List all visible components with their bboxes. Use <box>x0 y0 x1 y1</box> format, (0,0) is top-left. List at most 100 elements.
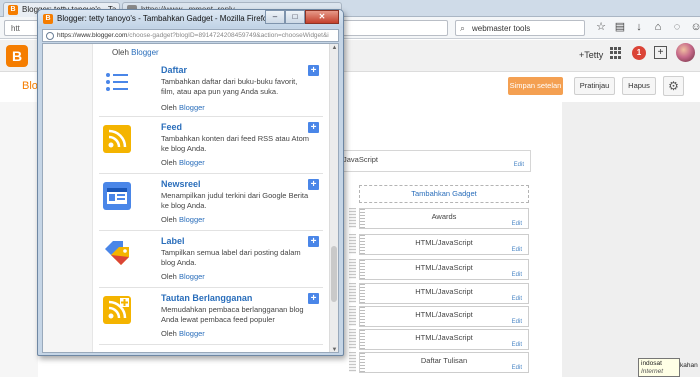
notifications-badge[interactable]: 1 <box>632 46 646 60</box>
drag-handle[interactable] <box>349 234 356 254</box>
delete-button[interactable]: Hapus <box>622 77 656 95</box>
edit-link[interactable]: Edit <box>512 319 522 325</box>
author-link[interactable]: Blogger <box>179 215 205 224</box>
drag-handle[interactable] <box>360 209 365 228</box>
blogger-logo-icon[interactable]: B <box>6 45 28 67</box>
widget-html-javascript[interactable]: HTML/JavaScript Edit <box>359 329 529 350</box>
edit-link[interactable]: Edit <box>512 342 522 348</box>
minimize-button[interactable]: – <box>265 10 285 24</box>
list-item: Tautan Berlangganan Memudahkan pembaca b… <box>99 288 323 345</box>
gear-icon[interactable]: ⚙ <box>663 76 684 96</box>
list-item: Newsreel Menampilkan judul terkini dari … <box>99 174 323 231</box>
bookmark-star-icon[interactable]: ☆ <box>594 20 608 34</box>
gadget-description: Tampilkan semua label dari posting dalam… <box>161 248 301 267</box>
add-gadget-plus-button[interactable]: + <box>308 122 319 133</box>
drag-handle[interactable] <box>360 330 365 349</box>
edit-link[interactable]: Edit <box>512 365 522 371</box>
gadget-name-link[interactable]: Newsreel <box>161 179 201 189</box>
gadget-description: Tambahkan konten dari feed RSS atau Atom… <box>161 134 310 153</box>
add-gadget-plus-button[interactable]: + <box>308 179 319 190</box>
add-gadget-button[interactable]: Tambahkan Gadget <box>359 185 529 203</box>
gadget-name-link[interactable]: Tautan Berlangganan <box>161 293 252 303</box>
add-gadget-plus-button[interactable]: + <box>308 65 319 76</box>
left-margin-area <box>0 102 38 377</box>
apps-grid-icon[interactable] <box>610 47 622 59</box>
popup-address-bar[interactable]: https://www.blogger.com/choose-gadget?bl… <box>42 29 339 42</box>
address-bar-text: htt <box>11 24 20 33</box>
author-link[interactable]: Blogger <box>179 158 205 167</box>
widget-title: HTML/JavaScript <box>415 333 473 342</box>
author-link[interactable]: Blogger <box>179 103 205 112</box>
tray-label[interactable]: kahan <box>680 362 700 374</box>
add-gadget-plus-button[interactable]: + <box>308 236 319 247</box>
gadget-name-link[interactable]: Label <box>161 236 185 246</box>
drag-handle[interactable] <box>349 259 356 279</box>
gadget-name-link[interactable]: Feed <box>161 122 182 132</box>
drag-handle[interactable] <box>349 208 356 228</box>
popup-title-bar[interactable]: B Blogger: tetty tanoyo's - Tambahkan Ga… <box>38 10 343 28</box>
search-bar[interactable]: ⌕ webmaster tools <box>455 20 585 36</box>
blog-title[interactable]: Blo <box>22 80 38 92</box>
html-javascript-gadget-top[interactable]: JavaScript Edit <box>336 150 531 172</box>
gadget-author: Oleh Blogger <box>161 215 205 224</box>
emoji-icon[interactable]: ☺ <box>689 20 700 34</box>
add-gadget-popup-window: B Blogger: tetty tanoyo's - Tambahkan Ga… <box>37 9 344 356</box>
gadget-description: Tambahkan daftar dari buku-buku favorit,… <box>161 77 298 96</box>
drag-handle[interactable] <box>360 284 365 303</box>
gadget-chooser: Oleh Blogger Daftar Tambahkan daftar dar… <box>42 43 339 353</box>
tooltip-line: Internet access <box>641 368 664 377</box>
gadget-description: Menampilkan judul terkini dari Google Be… <box>161 191 309 210</box>
maximize-button[interactable]: □ <box>285 10 305 24</box>
drag-handle[interactable] <box>360 307 365 326</box>
widget-title: Awards <box>431 212 457 221</box>
drag-handle[interactable] <box>349 306 356 326</box>
edit-link[interactable]: Edit <box>512 247 522 253</box>
gadget-author: Oleh Blogger <box>112 48 159 57</box>
vertical-scrollbar[interactable]: ▲ ▼ <box>329 44 338 352</box>
gadget-author: Oleh Blogger <box>161 329 205 338</box>
edit-link[interactable]: Edit <box>512 296 522 302</box>
share-plus-icon[interactable]: + <box>654 46 667 59</box>
save-settings-button[interactable]: Simpan setelan <box>508 77 563 95</box>
widget-html-javascript[interactable]: HTML/JavaScript Edit <box>359 259 529 280</box>
close-button[interactable]: ✕ <box>305 10 339 24</box>
preview-button[interactable]: Pratinjau <box>574 77 615 95</box>
gadget-name-link[interactable]: Daftar <box>161 65 187 75</box>
avatar[interactable] <box>676 43 695 62</box>
list-item: Label Tampilkan semua label dari posting… <box>99 231 323 288</box>
pocket-icon[interactable]: ◌ <box>670 20 684 34</box>
widget-title: Daftar Tulisan <box>420 356 468 365</box>
author-link[interactable]: Blogger <box>179 329 205 338</box>
user-name-link[interactable]: +Tetty <box>579 50 603 60</box>
network-tooltip: indosat Internet access <box>638 358 680 377</box>
edit-link[interactable]: Edit <box>514 162 524 168</box>
drag-handle[interactable] <box>349 329 356 349</box>
author-link[interactable]: Blogger <box>131 48 159 57</box>
scroll-down-arrow-icon[interactable]: ▼ <box>331 346 338 352</box>
search-icon: ⌕ <box>460 23 466 33</box>
edit-link[interactable]: Edit <box>512 221 522 227</box>
bookmarks-list-icon[interactable]: ▤ <box>613 20 627 34</box>
author-link[interactable]: Blogger <box>179 272 205 281</box>
widget-html-javascript[interactable]: HTML/JavaScript Edit <box>359 234 529 255</box>
drag-handle[interactable] <box>360 235 365 254</box>
scrollbar-thumb[interactable] <box>331 246 337 302</box>
blogger-favicon-icon: B <box>43 14 53 24</box>
gadget-category-sidebar <box>43 44 93 352</box>
widget-html-javascript[interactable]: HTML/JavaScript Edit <box>359 306 529 327</box>
drag-handle[interactable] <box>360 353 365 372</box>
add-gadget-plus-button[interactable]: + <box>308 293 319 304</box>
drag-handle[interactable] <box>360 260 365 279</box>
home-icon[interactable]: ⌂ <box>651 20 665 34</box>
widget-daftar-tulisan[interactable]: Daftar Tulisan Edit <box>359 352 529 373</box>
search-bar-text: webmaster tools <box>472 24 531 33</box>
scroll-up-arrow-icon[interactable]: ▲ <box>331 44 338 52</box>
widget-awards[interactable]: Awards Edit <box>359 208 529 229</box>
blogger-favicon-icon: B <box>8 5 18 15</box>
download-icon[interactable]: ↓ <box>632 20 646 34</box>
drag-handle[interactable] <box>349 283 356 303</box>
widget-html-javascript[interactable]: HTML/JavaScript Edit <box>359 283 529 304</box>
edit-link[interactable]: Edit <box>512 272 522 278</box>
drag-handle[interactable] <box>349 352 356 372</box>
widget-title: HTML/JavaScript <box>415 263 473 272</box>
